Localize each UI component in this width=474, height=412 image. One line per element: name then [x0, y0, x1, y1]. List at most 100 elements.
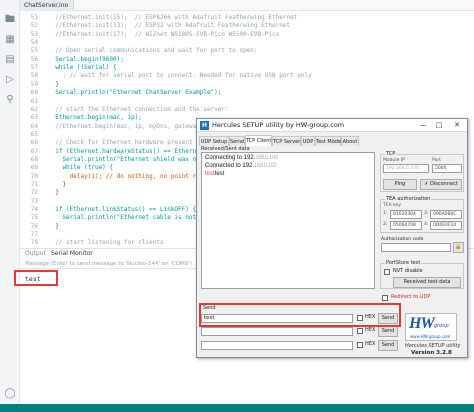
- window-title: Hercules SETUP utility by HW-group.com: [212, 121, 345, 129]
- code-text: //Ethernet.init(15); // ESP8266 with Ada…: [48, 14, 298, 21]
- hercules-tabs: UDP Setup Serial TCP Client TCP Server U…: [199, 135, 465, 146]
- tea-key-index: 1:: [383, 211, 388, 216]
- tea-key-label: TEA key: [383, 203, 401, 208]
- code-text: Serial.println("Ethernet shield was not: [48, 155, 204, 163]
- code-text: while (!Serial) {: [48, 64, 117, 72]
- portstore-group-title: PortStore test: [385, 260, 422, 266]
- hex-checkbox-3[interactable]: [357, 342, 363, 348]
- status-bar: [0, 404, 474, 412]
- code-text: Serial.begin(9600);: [48, 55, 124, 63]
- tcp-group: TCP Module IP Port 192.168.0.100 5000 Pi…: [380, 151, 464, 192]
- code-text: while (true) {: [48, 164, 114, 172]
- board-icon[interactable]: ▦: [4, 34, 16, 46]
- hex-label-3: HEX: [365, 341, 376, 347]
- nvt-disable-label: NVT disable: [393, 268, 423, 274]
- send-button-3[interactable]: Send: [378, 340, 398, 351]
- tea-key-index: 4:: [424, 222, 429, 227]
- highlight-box: [199, 303, 401, 327]
- tea-key-3-input[interactable]: 090A0B0C: [430, 210, 462, 219]
- code-text: if (Ethernet.linkStatus() == LinkOFF) {: [48, 206, 197, 214]
- hex-checkbox-2[interactable]: [357, 328, 363, 334]
- code-text: }: [48, 181, 67, 188]
- auth-lock-button[interactable]: 🔒: [453, 242, 464, 253]
- logo-url: www.HW-group.com: [410, 334, 451, 339]
- hercules-app-icon: H: [200, 121, 209, 130]
- product-name: Hercules SETUP utility: [405, 343, 461, 349]
- tea-key-4-input[interactable]: 0D0E0F10: [430, 221, 462, 230]
- code-text: ; // wait for serial port to connect. Ne…: [48, 72, 312, 80]
- folder-icon[interactable]: 🖿: [4, 14, 16, 26]
- editor-tab-strip: ChatServer.ino: [20, 0, 474, 11]
- hw-group-logo: HW group www.HW-group.com: [405, 313, 457, 341]
- code-text: }: [48, 189, 59, 197]
- code-text: //Ethernet.init(33); // ESP32 with Adafr…: [48, 22, 291, 30]
- minimize-button[interactable]: —: [415, 119, 431, 132]
- activity-bar: 🖿 ▦ ▤ ▷ ⚲ ◯: [0, 0, 20, 412]
- file-tab[interactable]: ChatServer.ino: [20, 0, 74, 11]
- auth-code-label: Authorization code: [381, 237, 424, 242]
- recv-line: testtest: [205, 171, 225, 177]
- search-icon[interactable]: ⚲: [4, 94, 16, 106]
- hex-label-2: HEX: [365, 327, 376, 333]
- code-text: Serial.println("Ethernet ChatServer Exam…: [48, 89, 222, 97]
- title-bar[interactable]: H Hercules SETUP utility by HW-group.com…: [197, 119, 467, 132]
- recv-line: Connected to 192.168.0.100: [205, 163, 277, 169]
- recv-line: Connecting to 192.168.0.100: [205, 155, 278, 161]
- maximize-button[interactable]: □: [431, 119, 447, 132]
- tab-tcp-client[interactable]: TCP Client: [245, 135, 272, 146]
- hercules-window: H Hercules SETUP utility by HW-group.com…: [196, 118, 468, 358]
- redirect-udp-label: Redirect to UDP: [391, 294, 431, 300]
- ping-button[interactable]: Ping: [383, 179, 417, 190]
- nvt-disable-checkbox[interactable]: [384, 269, 390, 275]
- highlight-box: [14, 270, 58, 286]
- disconnect-button[interactable]: ✗ Disconnect: [420, 179, 462, 190]
- tab-about[interactable]: About: [341, 136, 359, 146]
- code-text: delay(1); // do nothing, no point runn: [48, 172, 207, 180]
- send-input-2[interactable]: [201, 327, 353, 336]
- tea-key-2-input[interactable]: 05060708: [390, 221, 422, 230]
- line-number: 78: [30, 239, 38, 247]
- tea-group-title: TEA authorization: [385, 196, 432, 202]
- code-text: // Open serial communications and wait f…: [48, 47, 258, 55]
- redirect-udp-checkbox[interactable]: [382, 295, 388, 301]
- tea-key-index: 3:: [424, 211, 429, 216]
- logo-hw-text: HW: [409, 315, 435, 332]
- port-input[interactable]: 5000: [432, 164, 462, 173]
- tab-output[interactable]: Output: [25, 249, 46, 259]
- code-text: // Check for Ethernet hardware present: [48, 139, 193, 147]
- tea-key-1-input[interactable]: 01020304: [390, 210, 422, 219]
- tea-group: TEA authorization TEA key 1: 01020304 3:…: [380, 196, 464, 233]
- code-text: }: [48, 80, 59, 88]
- auth-code-input[interactable]: [381, 243, 451, 252]
- tab-udp-setup[interactable]: UDP Setup: [199, 136, 229, 146]
- tab-udp[interactable]: UDP: [301, 136, 315, 146]
- send-input-3[interactable]: [201, 341, 353, 350]
- serial-message-input[interactable]: Message (Enter to send message to 'Nucle…: [20, 259, 204, 269]
- logo-group-text: group: [434, 323, 449, 329]
- tab-serial[interactable]: Serial: [229, 136, 245, 146]
- code-text: // start listening for clients: [48, 239, 164, 247]
- code-text: // start the Ethernet connection and the…: [48, 105, 229, 113]
- module-ip-input[interactable]: 192.168.0.100: [383, 164, 429, 173]
- tab-test-mode[interactable]: Test Mode: [315, 136, 341, 146]
- received-data-area[interactable]: Connecting to 192.168.0.100 Connected to…: [201, 152, 375, 289]
- version-label: Version 3.2.8: [411, 350, 452, 356]
- port-label: Port: [432, 158, 441, 163]
- tea-key-index: 2:: [383, 222, 388, 227]
- tcp-group-title: TCP: [385, 151, 397, 157]
- send-button-2[interactable]: Send: [378, 326, 398, 337]
- lock-icon: 🔒: [455, 244, 462, 250]
- close-button[interactable]: ✕: [449, 119, 465, 132]
- module-ip-label: Module IP: [383, 158, 405, 163]
- debug-icon[interactable]: ▷: [4, 74, 16, 86]
- received-test-data-button[interactable]: Received test data: [393, 277, 461, 288]
- account-icon[interactable]: ◯: [4, 388, 16, 400]
- portstore-group: PortStore test NVT disable Received test…: [380, 260, 464, 289]
- tab-tcp-server[interactable]: TCP Server: [272, 136, 301, 146]
- library-icon[interactable]: ▤: [4, 54, 16, 66]
- code-text: if (Ethernet.hardwareStatus() == Etherne…: [48, 147, 207, 155]
- code-text: Serial.println("Ethernet cable is not co: [48, 214, 207, 222]
- code-text: }: [48, 222, 59, 230]
- code-text: //Ethernet.init(17); // WIZnet W5100S-EV…: [48, 30, 280, 38]
- code-text: Ethernet.begin(mac, ip);: [48, 114, 142, 122]
